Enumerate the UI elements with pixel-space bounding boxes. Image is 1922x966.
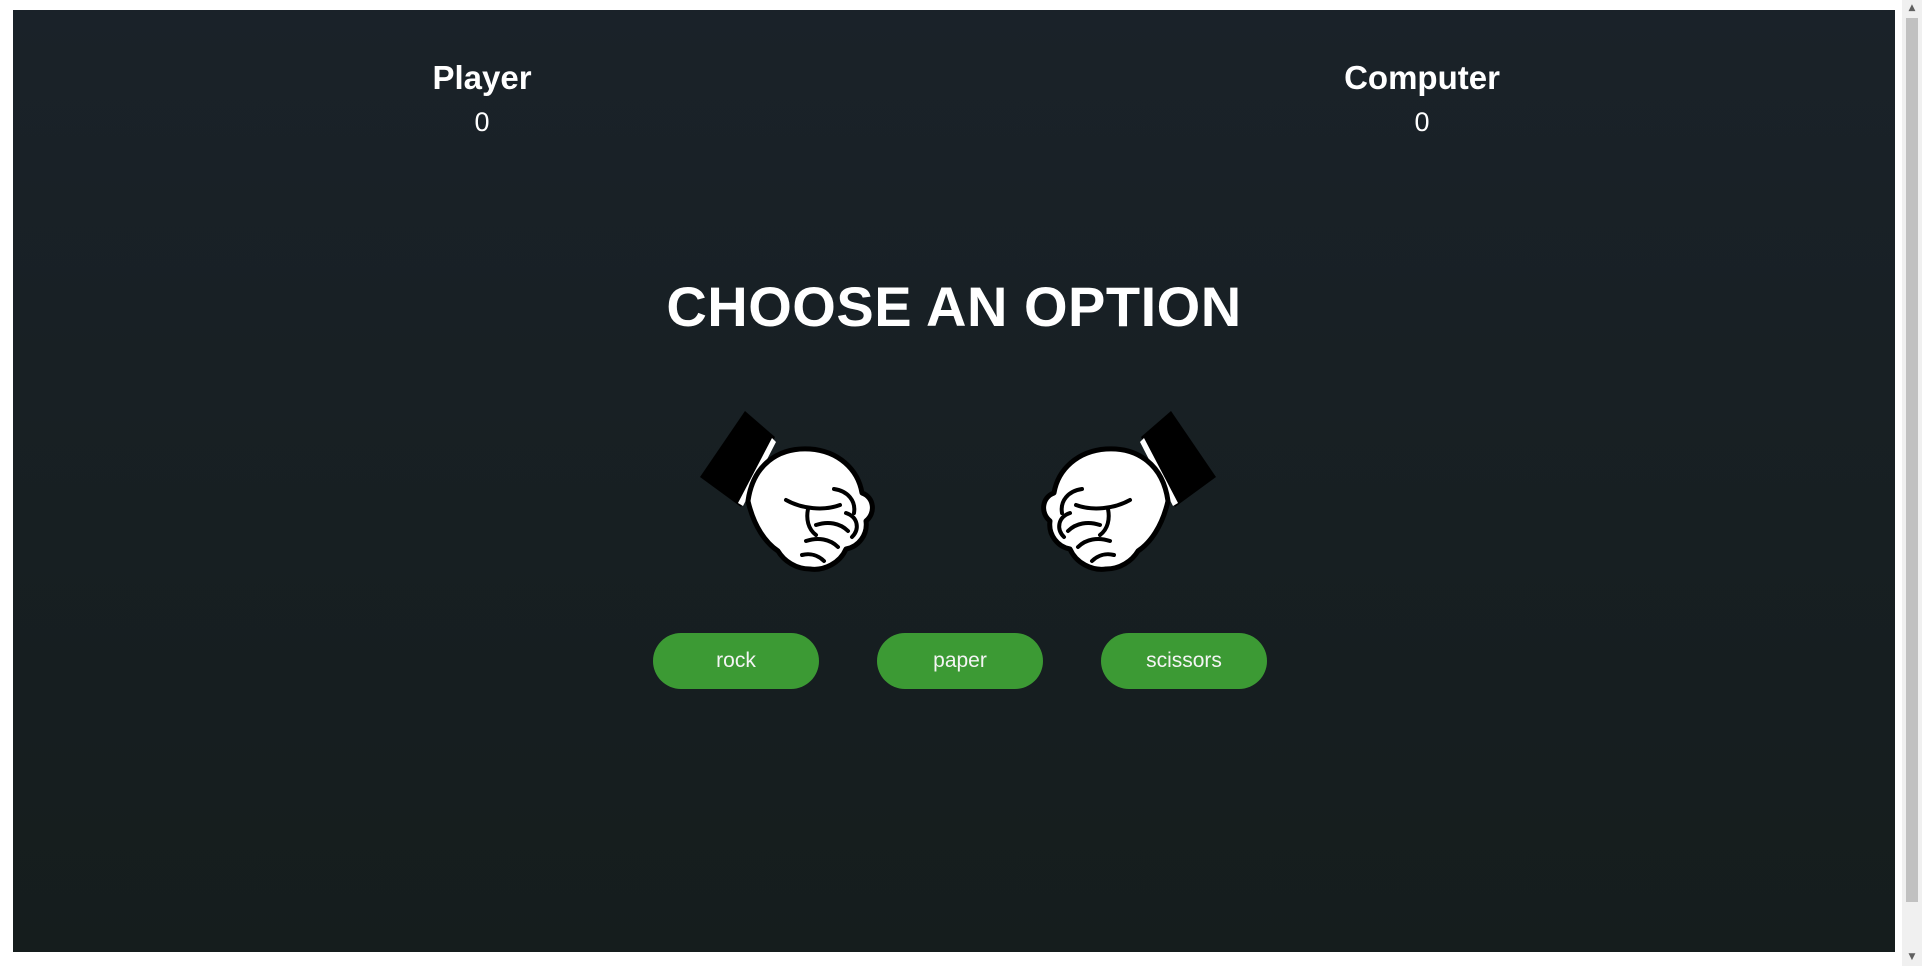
browser-viewport: Player 0 Computer 0 CHOOSE AN OPTION roc… <box>0 0 1922 966</box>
player-fist-hand-icon <box>698 405 888 585</box>
vertical-scrollbar[interactable]: ▲ ▼ <box>1902 0 1922 966</box>
computer-score-panel: Computer 0 <box>1272 58 1572 138</box>
computer-score: 0 <box>1414 107 1430 137</box>
scroll-down-arrow-icon[interactable]: ▼ <box>1902 949 1922 966</box>
scroll-up-arrow-icon[interactable]: ▲ <box>1902 0 1922 17</box>
scroll-thumb[interactable] <box>1906 18 1918 902</box>
hands-display <box>698 405 1218 585</box>
player-score-panel: Player 0 <box>332 58 632 138</box>
computer-fist-hand-icon <box>1028 405 1218 585</box>
option-buttons: rock paper scissors <box>13 633 1895 689</box>
player-score: 0 <box>474 107 490 137</box>
scissors-button[interactable]: scissors <box>1101 633 1267 689</box>
player-label: Player <box>432 59 532 96</box>
paper-button[interactable]: paper <box>877 633 1043 689</box>
choose-option-heading: CHOOSE AN OPTION <box>666 275 1242 338</box>
rock-button[interactable]: rock <box>653 633 819 689</box>
game-container: Player 0 Computer 0 CHOOSE AN OPTION roc… <box>13 10 1895 952</box>
computer-label: Computer <box>1344 59 1500 96</box>
